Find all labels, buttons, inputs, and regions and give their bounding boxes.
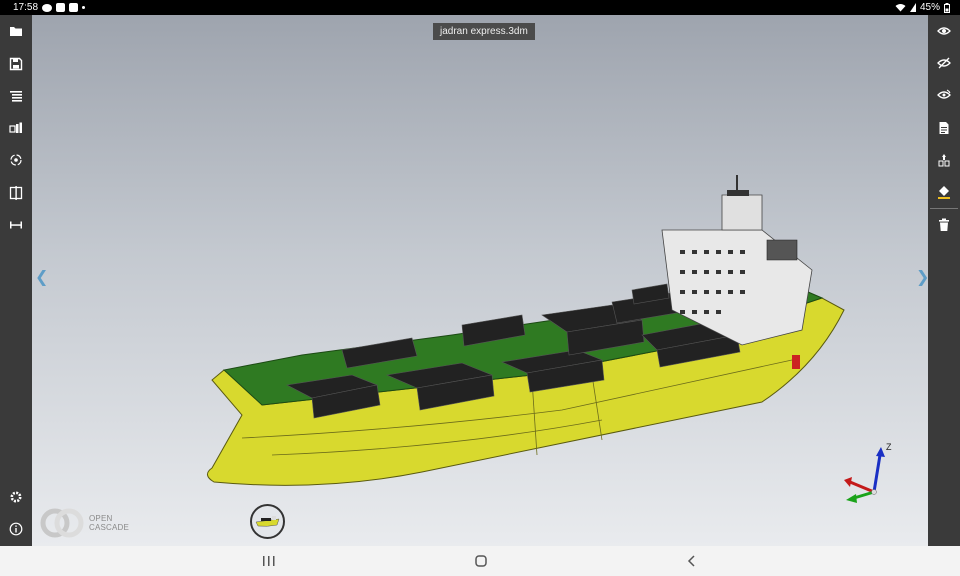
- info-button[interactable]: [6, 519, 26, 539]
- delete-button[interactable]: [934, 215, 954, 235]
- axis-triad: Z: [844, 442, 892, 503]
- clip-plane-icon: [9, 186, 23, 200]
- layers-icon: [10, 91, 22, 102]
- explode-button[interactable]: [934, 150, 954, 170]
- expand-right-panel-icon[interactable]: ❯: [916, 267, 928, 286]
- rotate-view-button[interactable]: [6, 150, 26, 170]
- clip-plane-button[interactable]: [6, 183, 26, 203]
- measure-button[interactable]: [6, 215, 26, 235]
- save-icon: [9, 57, 23, 71]
- objects-icon: [9, 122, 22, 133]
- layers-button[interactable]: [6, 86, 26, 106]
- battery-percent: 45%: [919, 2, 940, 13]
- logo-line-1: OPEN: [89, 514, 113, 523]
- explode-icon: [938, 154, 950, 167]
- toolbar-divider: [930, 208, 958, 209]
- notification-icon: [42, 3, 53, 12]
- battery-icon: [944, 2, 950, 13]
- isolate-icon: [937, 89, 951, 99]
- status-right: 45%: [895, 0, 950, 15]
- fill-color-icon: [938, 186, 950, 199]
- view-rotate-icon: [10, 154, 22, 166]
- right-toolbar: [928, 15, 960, 546]
- show-icon: [937, 27, 951, 35]
- objects-button[interactable]: [6, 118, 26, 138]
- open-cascade-logo: OPEN CASCADE: [40, 508, 129, 538]
- 3d-viewport[interactable]: jadran express.3dm ❮ ❯: [32, 15, 928, 546]
- delete-icon: [939, 218, 949, 231]
- info-icon: [9, 522, 23, 536]
- recent-apps-button[interactable]: [259, 552, 279, 570]
- back-icon: [687, 555, 695, 567]
- status-left: 17:58: [13, 0, 86, 15]
- save-button[interactable]: [6, 54, 26, 74]
- left-toolbar: [0, 15, 32, 546]
- facebook-icon: [69, 3, 79, 12]
- open-file-button[interactable]: [6, 21, 26, 41]
- settings-button[interactable]: [6, 487, 26, 507]
- open-cascade-logo-icon: [40, 508, 84, 538]
- settings-icon: [10, 491, 22, 503]
- status-time: 17:58: [13, 2, 39, 13]
- wifi-icon: [895, 4, 906, 12]
- view-thumbnail-button[interactable]: [250, 504, 285, 539]
- folder-icon: [10, 27, 22, 36]
- hide-icon: [937, 57, 951, 69]
- home-button[interactable]: [471, 552, 491, 570]
- measure-icon: [10, 221, 22, 229]
- android-nav-bar: [0, 546, 960, 576]
- back-button[interactable]: [682, 552, 702, 570]
- isolate-button[interactable]: [934, 85, 954, 105]
- fill-color-button[interactable]: [934, 182, 954, 202]
- status-bar: 17:58 45%: [0, 0, 960, 15]
- home-icon: [475, 555, 487, 567]
- rudder: [792, 355, 800, 369]
- ship-thumbnail-icon: [255, 516, 280, 527]
- hide-button[interactable]: [934, 53, 954, 73]
- logo-line-2: CASCADE: [89, 523, 130, 532]
- show-button[interactable]: [934, 21, 954, 41]
- properties-button[interactable]: [934, 118, 954, 138]
- image-icon: [56, 3, 66, 12]
- file-name-label: jadran express.3dm: [433, 23, 535, 40]
- document-icon: [939, 122, 949, 134]
- recent-apps-icon: [263, 556, 275, 566]
- expand-left-panel-icon[interactable]: ❮: [35, 267, 48, 286]
- dot-icon: [82, 6, 86, 9]
- z-axis-label: Z: [886, 442, 892, 452]
- signal-icon: [909, 3, 916, 12]
- ship-model[interactable]: [202, 170, 852, 500]
